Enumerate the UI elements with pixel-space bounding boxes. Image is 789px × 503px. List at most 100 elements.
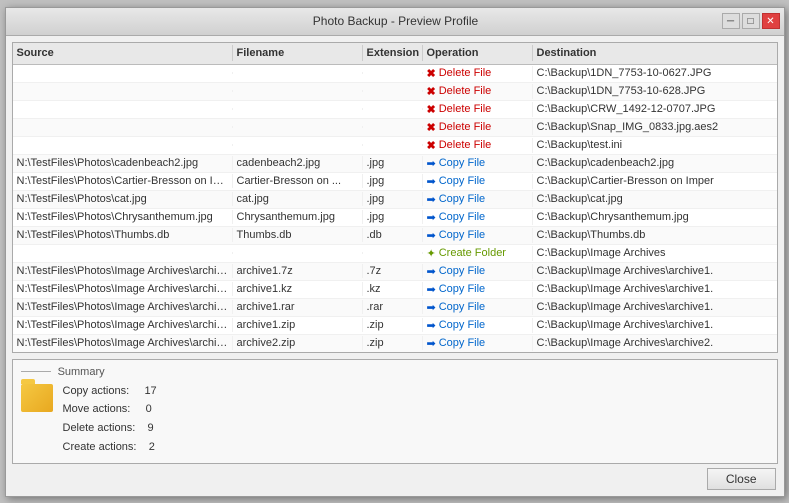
delete-icon: ✖ <box>427 85 436 98</box>
cell-source: N:\TestFiles\Photos\Image Archives\archi… <box>13 336 233 350</box>
delete-actions-row: Delete actions: 9 <box>63 419 157 438</box>
cell-operation: ➡Copy File <box>423 228 533 243</box>
cell-extension: .db <box>363 228 423 242</box>
table-row[interactable]: N:\TestFiles\Photos\cadenbeach2.jpgcaden… <box>13 155 777 173</box>
cell-destination: C:\Backup\Image Archives\archive1. <box>533 318 777 332</box>
summary-section: Summary Copy actions: 17 Move actions: 0 <box>12 359 778 464</box>
copy-icon: ➡ <box>427 229 436 242</box>
cell-destination: C:\Backup\Thumbs.db <box>533 228 777 242</box>
copy-icon: ➡ <box>427 175 436 188</box>
op-label: Copy File <box>439 157 485 169</box>
op-label: Create Folder <box>439 247 506 259</box>
cell-source <box>13 108 233 110</box>
cell-operation: ➡Copy File <box>423 336 533 351</box>
cell-destination: C:\Backup\1DN_7753-10-628.JPG <box>533 84 777 98</box>
cell-operation: ➡Copy File <box>423 174 533 189</box>
close-button[interactable]: Close <box>707 468 776 490</box>
table-row[interactable]: ✖Delete FileC:\Backup\1DN_7753-10-0627.J… <box>13 65 777 83</box>
cell-extension: .kz <box>363 282 423 296</box>
minimize-button[interactable]: ─ <box>722 13 740 29</box>
cell-filename <box>233 252 363 254</box>
copy-actions-value: 17 <box>144 385 156 397</box>
op-label: Delete File <box>439 139 492 151</box>
copy-icon: ➡ <box>427 157 436 170</box>
op-label: Copy File <box>439 265 485 277</box>
cell-extension <box>363 72 423 74</box>
table-row[interactable]: N:\TestFiles\Photos\Image Archives\archi… <box>13 299 777 317</box>
cell-extension: .jpg <box>363 192 423 206</box>
table-row[interactable]: N:\TestFiles\Photos\Chrysanthemum.jpgChr… <box>13 209 777 227</box>
col-header-destination: Destination <box>533 45 778 61</box>
table-row[interactable]: ✖Delete FileC:\Backup\1DN_7753-10-628.JP… <box>13 83 777 101</box>
copy-actions-row: Copy actions: 17 <box>63 382 157 401</box>
col-header-source: Source <box>13 45 233 61</box>
close-window-button[interactable]: ✕ <box>762 13 780 29</box>
copy-icon: ➡ <box>427 337 436 350</box>
move-actions-row: Move actions: 0 <box>63 400 157 419</box>
op-label: Copy File <box>439 301 485 313</box>
cell-operation: ➡Copy File <box>423 156 533 171</box>
cell-source: N:\TestFiles\Photos\Image Archives\archi… <box>13 282 233 296</box>
table-row[interactable]: ✖Delete File C:\Backup\CRW_1492-12-0707.J… <box>13 101 777 119</box>
cell-filename: cadenbeach2.jpg <box>233 156 363 170</box>
table-row[interactable]: N:\TestFiles\Photos\Image Archives\archi… <box>13 263 777 281</box>
delete-actions-label: Delete actions: <box>63 422 136 434</box>
summary-body: Copy actions: 17 Move actions: 0 Delete … <box>21 382 769 457</box>
maximize-button[interactable]: □ <box>742 13 760 29</box>
table-row[interactable]: ✦Create FolderC:\Backup\Image Archives <box>13 245 777 263</box>
table-row[interactable]: N:\TestFiles\Photos\Image Archives\archi… <box>13 281 777 299</box>
table-row[interactable]: N:\TestFiles\Photos\Cartier-Bresson on I… <box>13 173 777 191</box>
cell-destination: C:\Backup\Image Archives\archive1. <box>533 300 777 314</box>
table-row[interactable]: N:\TestFiles\Photos\Image Archives\archi… <box>13 335 777 352</box>
copy-icon: ➡ <box>427 301 436 314</box>
cell-source <box>13 252 233 254</box>
cell-filename: Chrysanthemum.jpg <box>233 210 363 224</box>
create-actions-label: Create actions: <box>63 441 137 453</box>
cell-filename: archive1.rar <box>233 300 363 314</box>
table-row[interactable]: N:\TestFiles\Photos\Image Archives\archi… <box>13 317 777 335</box>
cell-filename: archive2.zip <box>233 336 363 350</box>
delete-icon: ✖ <box>427 139 436 152</box>
cell-source: N:\TestFiles\Photos\cat.jpg <box>13 192 233 206</box>
main-window: Photo Backup - Preview Profile ─ □ ✕ Sou… <box>5 7 785 497</box>
move-actions-label: Move actions: <box>63 403 131 415</box>
cell-destination: C:\Backup\test.ini <box>533 138 777 152</box>
cell-extension: .jpg <box>363 174 423 188</box>
cell-destination: C:\Backup\cadenbeach2.jpg <box>533 156 777 170</box>
cell-source <box>13 72 233 74</box>
title-bar-buttons: ─ □ ✕ <box>722 13 780 29</box>
cell-operation: ➡Copy File <box>423 210 533 225</box>
col-header-filename: Filename <box>233 45 363 61</box>
file-table: Source Filename Extension Operation Dest… <box>12 42 778 353</box>
cell-destination: C:\Backup\cat.jpg <box>533 192 777 206</box>
cell-extension <box>363 108 423 110</box>
table-row[interactable]: ✖Delete FileC:\Backup\test.ini <box>13 137 777 155</box>
cell-filename <box>233 108 363 110</box>
copy-icon: ➡ <box>427 319 436 332</box>
cell-extension <box>363 90 423 92</box>
delete-icon: ✖ <box>427 103 436 116</box>
cell-source <box>13 90 233 92</box>
cell-destination: C:\Backup\CRW_1492-12-0707.JPG <box>533 102 777 116</box>
cell-operation: ✖Delete File <box>423 138 533 153</box>
cell-extension: .jpg <box>363 156 423 170</box>
create-actions-value: 2 <box>149 441 155 453</box>
cell-operation: ✖Delete File <box>423 84 533 99</box>
table-row[interactable]: ✖Delete FileC:\Backup\Snap_IMG_0833.jpg.… <box>13 119 777 137</box>
cell-extension: .7z <box>363 264 423 278</box>
cell-extension: .zip <box>363 336 423 350</box>
table-body[interactable]: ✖Delete FileC:\Backup\1DN_7753-10-0627.J… <box>13 65 777 352</box>
cell-destination: C:\Backup\Image Archives <box>533 246 777 260</box>
op-label: Copy File <box>439 283 485 295</box>
cell-source: N:\TestFiles\Photos\Cartier-Bresson on I… <box>13 174 233 188</box>
cell-destination: C:\Backup\Chrysanthemum.jpg <box>533 210 777 224</box>
table-row[interactable]: N:\TestFiles\Photos\cat.jpgcat.jpg.jpg➡C… <box>13 191 777 209</box>
op-label: Delete File <box>439 103 492 115</box>
op-label: Copy File <box>439 337 485 349</box>
cell-source: N:\TestFiles\Photos\Thumbs.db <box>13 228 233 242</box>
cell-destination: C:\Backup\Snap_IMG_0833.jpg.aes2 <box>533 120 777 134</box>
cell-filename <box>233 72 363 74</box>
op-label: Delete File <box>439 67 492 79</box>
table-row[interactable]: N:\TestFiles\Photos\Thumbs.dbThumbs.db.d… <box>13 227 777 245</box>
col-header-extension: Extension <box>363 45 423 61</box>
